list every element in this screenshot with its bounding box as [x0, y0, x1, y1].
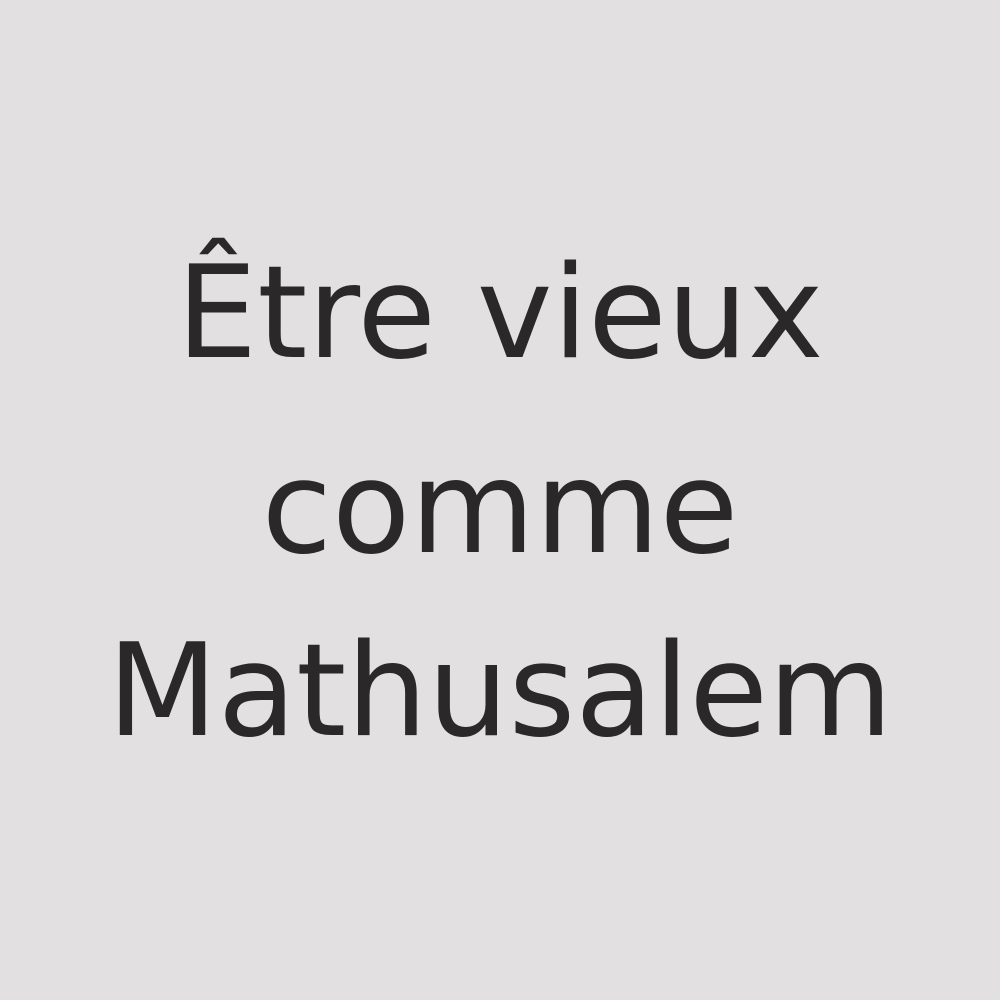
expression-line-3: Mathusalem [107, 617, 893, 766]
expression-card: Être vieux comme Mathusalem [0, 0, 1000, 1000]
expression-line-2: comme [261, 434, 739, 583]
expression-line-1: Être vieux [176, 239, 824, 388]
